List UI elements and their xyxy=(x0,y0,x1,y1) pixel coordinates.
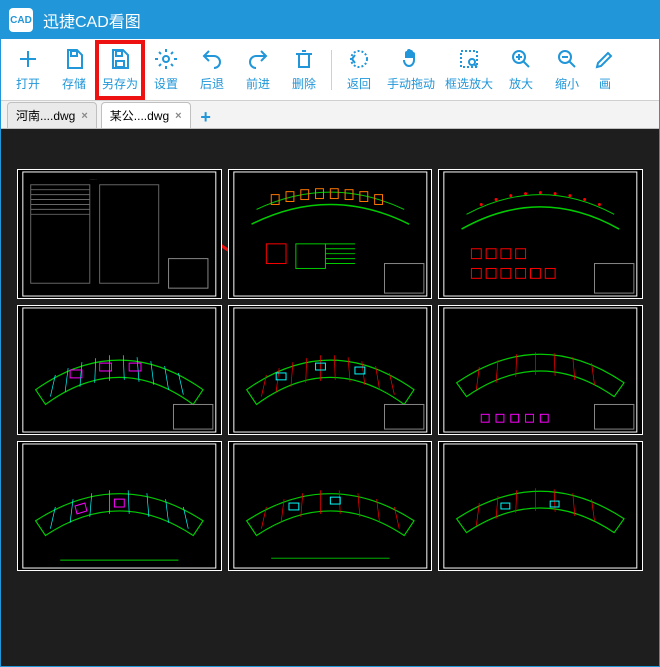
draw-label: 画 xyxy=(599,75,611,92)
zoom-out-button[interactable]: 缩小 xyxy=(544,42,590,98)
plus-icon xyxy=(16,47,40,71)
zoom-in-icon xyxy=(509,47,533,71)
pan-button[interactable]: 手动拖动 xyxy=(382,42,440,98)
app-icon: CAD xyxy=(9,8,33,32)
pan-label: 手动拖动 xyxy=(387,75,435,92)
zoom-in-label: 放大 xyxy=(509,75,533,92)
redo-icon xyxy=(246,47,270,71)
drawing-sheet[interactable] xyxy=(438,305,643,435)
back-label: 后退 xyxy=(200,75,224,92)
zoom-window-button[interactable]: 框选放大 xyxy=(440,42,498,98)
back-button[interactable]: 后退 xyxy=(189,42,235,98)
hand-icon xyxy=(399,47,423,71)
gear-icon xyxy=(154,47,178,71)
close-icon[interactable]: × xyxy=(81,110,87,122)
return-button[interactable]: 返回 xyxy=(336,42,382,98)
app-title: 迅捷CAD看图 xyxy=(43,8,141,32)
drawing-sheet[interactable] xyxy=(17,305,222,435)
tab-document-1[interactable]: 河南....dwg × xyxy=(7,102,97,128)
zoom-in-button[interactable]: 放大 xyxy=(498,42,544,98)
return-label: 返回 xyxy=(347,75,371,92)
open-label: 打开 xyxy=(16,75,40,92)
delete-button[interactable]: 删除 xyxy=(281,42,327,98)
tab-label: 某公....dwg xyxy=(110,107,169,124)
drawing-sheet[interactable] xyxy=(17,441,222,571)
title-bar: CAD 迅捷CAD看图 xyxy=(1,1,659,39)
delete-label: 删除 xyxy=(292,75,316,92)
settings-button[interactable]: 设置 xyxy=(143,42,189,98)
add-tab-button[interactable]: + xyxy=(195,106,217,128)
settings-label: 设置 xyxy=(154,75,178,92)
tab-document-2[interactable]: 某公....dwg × xyxy=(101,102,191,128)
document-tabs: 河南....dwg × 某公....dwg × + xyxy=(1,101,659,129)
close-icon[interactable]: × xyxy=(175,110,181,122)
tab-label: 河南....dwg xyxy=(16,107,75,124)
svg-text:- - - - - -: - - - - - - xyxy=(90,179,97,181)
forward-label: 前进 xyxy=(246,75,270,92)
zoom-window-label: 框选放大 xyxy=(445,75,493,92)
drawing-canvas[interactable]: - - - - - - xyxy=(1,129,659,666)
zoom-out-icon xyxy=(555,47,579,71)
save-as-button[interactable]: 另存为 xyxy=(97,42,143,98)
drawing-sheet[interactable]: - - - - - - xyxy=(17,169,222,299)
save-button[interactable]: 存储 xyxy=(51,42,97,98)
forward-button[interactable]: 前进 xyxy=(235,42,281,98)
save-as-label: 另存为 xyxy=(102,75,138,92)
main-toolbar: 打开 存储 另存为 设置 后退 前进 删除 xyxy=(1,39,659,101)
save-icon xyxy=(62,47,86,71)
drawing-sheet[interactable] xyxy=(228,305,433,435)
drawing-sheet[interactable] xyxy=(438,441,643,571)
trash-icon xyxy=(292,47,316,71)
pencil-icon xyxy=(593,47,617,71)
drawing-sheet[interactable] xyxy=(438,169,643,299)
drawing-sheets-grid: - - - - - - xyxy=(17,169,643,650)
zoom-out-label: 缩小 xyxy=(555,75,579,92)
drawing-sheet[interactable] xyxy=(228,441,433,571)
draw-button[interactable]: 画 xyxy=(590,42,620,98)
zoom-window-icon xyxy=(457,47,481,71)
undo-icon xyxy=(200,47,224,71)
toolbar-separator xyxy=(331,50,332,90)
return-arrow-icon xyxy=(347,47,371,71)
drawing-sheet[interactable] xyxy=(228,169,433,299)
save-label: 存储 xyxy=(62,75,86,92)
save-as-icon xyxy=(108,47,132,71)
open-button[interactable]: 打开 xyxy=(5,42,51,98)
